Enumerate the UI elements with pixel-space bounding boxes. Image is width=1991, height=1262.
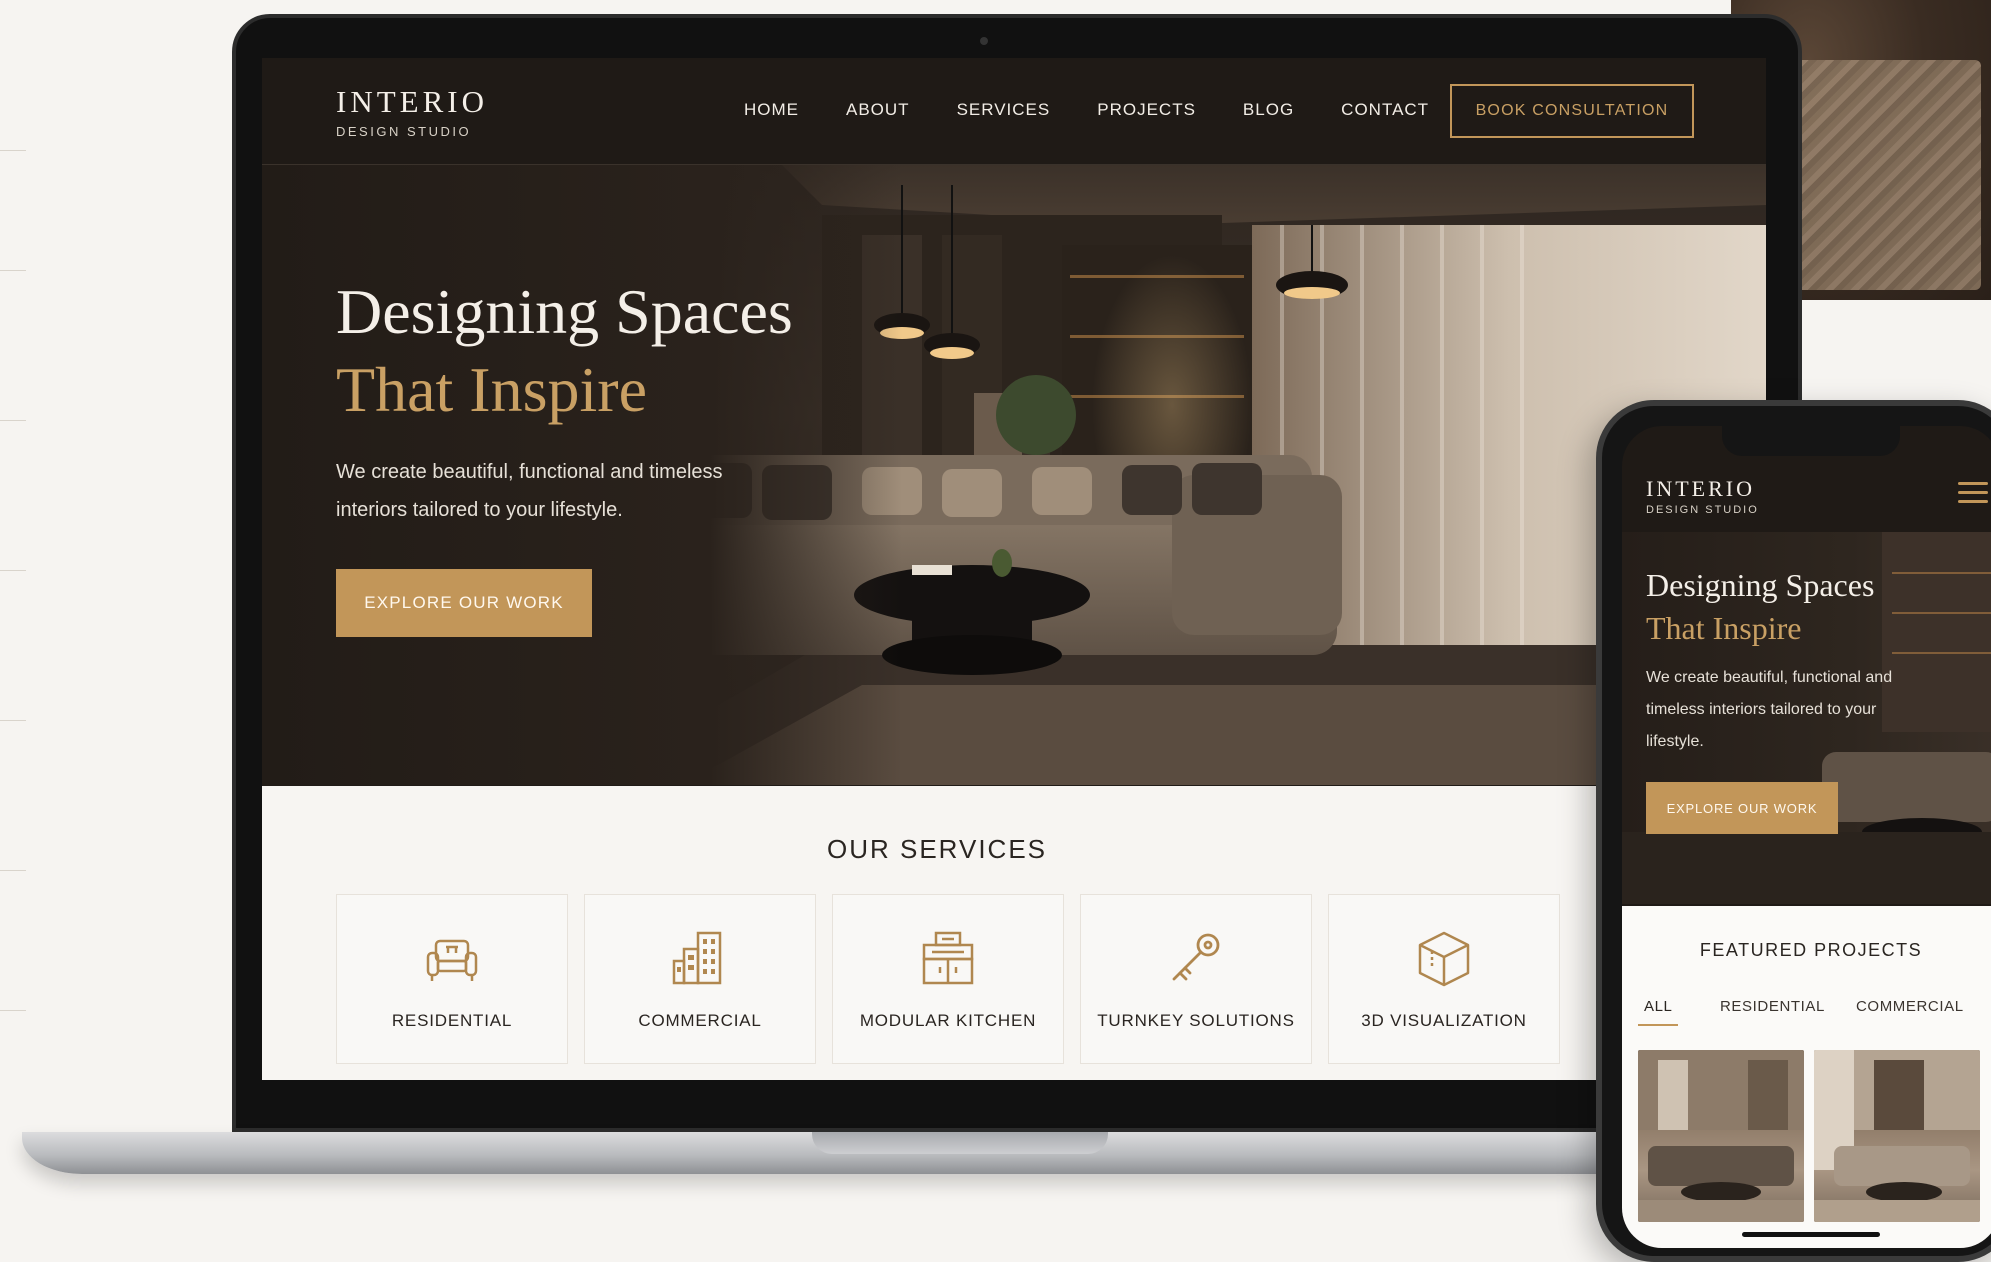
hero-subtitle: We create beautiful, functional and time… xyxy=(336,461,723,521)
laptop-screen: INTERIO DESIGN STUDIO HOME ABOUT SERVICE… xyxy=(262,58,1766,1080)
mobile-hero-title-line1: Designing Spaces xyxy=(1646,567,1875,603)
mobile-hero-title: Designing Spaces That Inspire xyxy=(1646,564,1874,650)
project-thumbnail[interactable] xyxy=(1638,1050,1804,1222)
building-icon xyxy=(672,931,722,985)
background-divider xyxy=(0,870,26,871)
laptop-base-notch xyxy=(812,1132,1108,1154)
hamburger-menu-icon[interactable] xyxy=(1958,482,1988,504)
service-card-turnkey-solutions[interactable]: TURNKEY SOLUTIONS xyxy=(1080,894,1312,1064)
mobile-brand-logo[interactable]: INTERIO DESIGN STUDIO xyxy=(1646,476,1759,516)
nav-home[interactable]: HOME xyxy=(744,100,799,120)
hero-title-line2: That Inspire xyxy=(336,354,647,425)
service-label: 3D VISUALIZATION xyxy=(1361,1011,1527,1030)
phone-screen: INTERIO DESIGN STUDIO Designing Spaces T… xyxy=(1622,426,1991,1248)
background-divider xyxy=(0,420,26,421)
mobile-hero-title-line2: That Inspire xyxy=(1646,610,1802,646)
service-card-3d-visualization[interactable]: 3D VISUALIZATION xyxy=(1328,894,1560,1064)
background-divider xyxy=(0,1010,26,1011)
tab-all[interactable]: ALL xyxy=(1644,998,1673,1015)
nav-projects[interactable]: PROJECTS xyxy=(1097,100,1196,120)
brand-name: INTERIO xyxy=(336,84,488,119)
nav-about[interactable]: ABOUT xyxy=(846,100,910,120)
armchair-icon xyxy=(426,939,478,981)
service-label: MODULAR KITCHEN xyxy=(859,1011,1037,1030)
featured-projects-section: FEATURED PROJECTS ALL RESIDENTIAL COMMER… xyxy=(1622,906,1991,1248)
hero-title-line1: Designing Spaces xyxy=(336,276,793,347)
brand-logo[interactable]: INTERIO DESIGN STUDIO xyxy=(336,84,488,139)
tab-commercial[interactable]: COMMERCIAL xyxy=(1856,998,1964,1015)
mobile-brand-name: INTERIO xyxy=(1646,476,1755,501)
tab-residential[interactable]: RESIDENTIAL xyxy=(1720,998,1825,1015)
home-indicator xyxy=(1742,1232,1880,1237)
site-header: INTERIO DESIGN STUDIO HOME ABOUT SERVICE… xyxy=(262,58,1766,165)
featured-projects-title: FEATURED PROJECTS xyxy=(1699,940,1923,960)
background-divider xyxy=(0,150,26,151)
explore-our-work-button[interactable]: EXPLORE OUR WORK xyxy=(336,569,592,637)
phone-notch xyxy=(1722,426,1900,456)
nav-services[interactable]: SERVICES xyxy=(957,100,1051,120)
background-divider xyxy=(0,270,26,271)
service-card-commercial[interactable]: COMMERCIAL xyxy=(584,894,816,1064)
hero-title: Designing Spaces That Inspire xyxy=(336,273,793,429)
cube-icon xyxy=(1418,931,1470,987)
services-title: OUR SERVICES xyxy=(826,834,1047,864)
mobile-hero-subtitle: We create beautiful, functional and time… xyxy=(1646,669,1893,750)
key-icon xyxy=(1172,933,1220,981)
services-section: OUR SERVICES RESIDENTIAL COMMERCIAL MODU… xyxy=(262,786,1766,1080)
service-label: COMMERCIAL xyxy=(638,1011,762,1030)
mobile-explore-our-work-button[interactable]: EXPLORE OUR WORK xyxy=(1646,782,1838,834)
nav-blog[interactable]: BLOG xyxy=(1243,100,1294,120)
kitchen-icon xyxy=(922,931,974,985)
active-tab-indicator xyxy=(1638,1024,1678,1026)
nav-contact[interactable]: CONTACT xyxy=(1341,100,1429,120)
service-label: RESIDENTIAL xyxy=(391,1011,513,1030)
book-consultation-button[interactable]: BOOK CONSULTATION xyxy=(1450,84,1694,138)
mobile-brand-tagline: DESIGN STUDIO xyxy=(1646,504,1759,516)
main-nav: HOME ABOUT SERVICES PROJECTS BLOG CONTAC… xyxy=(744,100,1476,120)
laptop-camera xyxy=(980,37,988,45)
service-card-residential[interactable]: RESIDENTIAL xyxy=(336,894,568,1064)
background-divider xyxy=(0,570,26,571)
service-label: TURNKEY SOLUTIONS xyxy=(1097,1011,1295,1030)
brand-tagline: DESIGN STUDIO xyxy=(336,124,472,139)
project-thumbnails xyxy=(1638,1050,1980,1222)
service-card-modular-kitchen[interactable]: MODULAR KITCHEN xyxy=(832,894,1064,1064)
project-thumbnail[interactable] xyxy=(1814,1050,1980,1222)
hero-section: Designing Spaces That Inspire We create … xyxy=(262,165,1766,785)
services-cards: RESIDENTIAL COMMERCIAL MODULAR KITCHEN T… xyxy=(336,894,1560,1064)
phone-frame: INTERIO DESIGN STUDIO Designing Spaces T… xyxy=(1596,400,1991,1262)
background-divider xyxy=(0,720,26,721)
